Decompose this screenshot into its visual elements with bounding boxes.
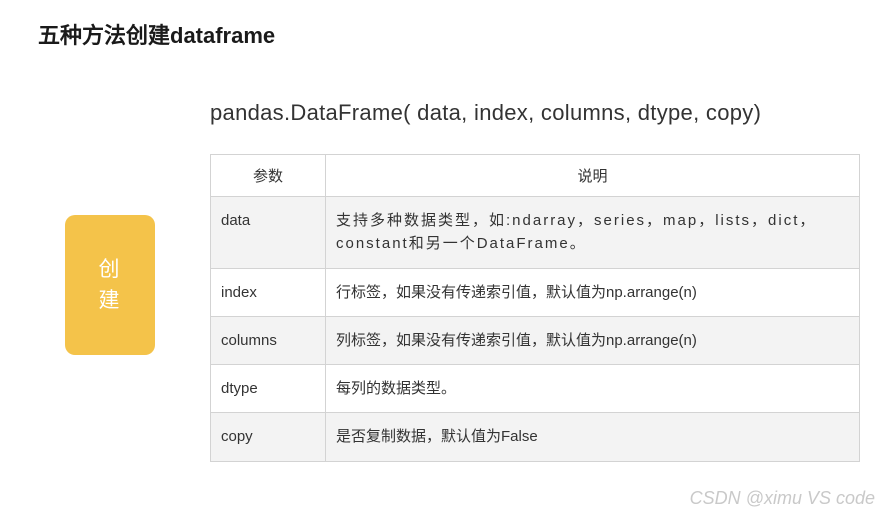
param-desc: 行标签，如果没有传递索引值，默认值为np.arrange(n): [326, 268, 860, 316]
param-name: dtype: [211, 365, 326, 413]
table-row: copy 是否复制数据，默认值为False: [211, 413, 860, 461]
table-header-row: 参数 说明: [211, 155, 860, 197]
table-row: dtype 每列的数据类型。: [211, 365, 860, 413]
watermark: CSDN @ximu VS code: [690, 488, 875, 509]
param-desc: 是否复制数据，默认值为False: [326, 413, 860, 461]
param-desc: 每列的数据类型。: [326, 365, 860, 413]
header-desc: 说明: [326, 155, 860, 197]
page-title: 五种方法创建dataframe: [0, 0, 885, 50]
param-name: columns: [211, 316, 326, 364]
create-badge: 创 建: [65, 215, 155, 355]
table-row: columns 列标签，如果没有传递索引值，默认值为np.arrange(n): [211, 316, 860, 364]
table-row: index 行标签，如果没有传递索引值，默认值为np.arrange(n): [211, 268, 860, 316]
badge-line-1: 创: [99, 254, 122, 286]
param-name: index: [211, 268, 326, 316]
param-desc: 支持多种数据类型，如:ndarray，series，map，lists，dict…: [326, 197, 860, 269]
header-param: 参数: [211, 155, 326, 197]
param-desc: 列标签，如果没有传递索引值，默认值为np.arrange(n): [326, 316, 860, 364]
main-column: pandas.DataFrame( data, index, columns, …: [210, 100, 885, 462]
parameter-table: 参数 说明 data 支持多种数据类型，如:ndarray，series，map…: [210, 154, 860, 462]
param-name: data: [211, 197, 326, 269]
content-row: 创 建 pandas.DataFrame( data, index, colum…: [0, 100, 885, 462]
badge-line-2: 建: [99, 285, 122, 317]
constructor-signature: pandas.DataFrame( data, index, columns, …: [210, 100, 885, 126]
param-name: copy: [211, 413, 326, 461]
table-row: data 支持多种数据类型，如:ndarray，series，map，lists…: [211, 197, 860, 269]
